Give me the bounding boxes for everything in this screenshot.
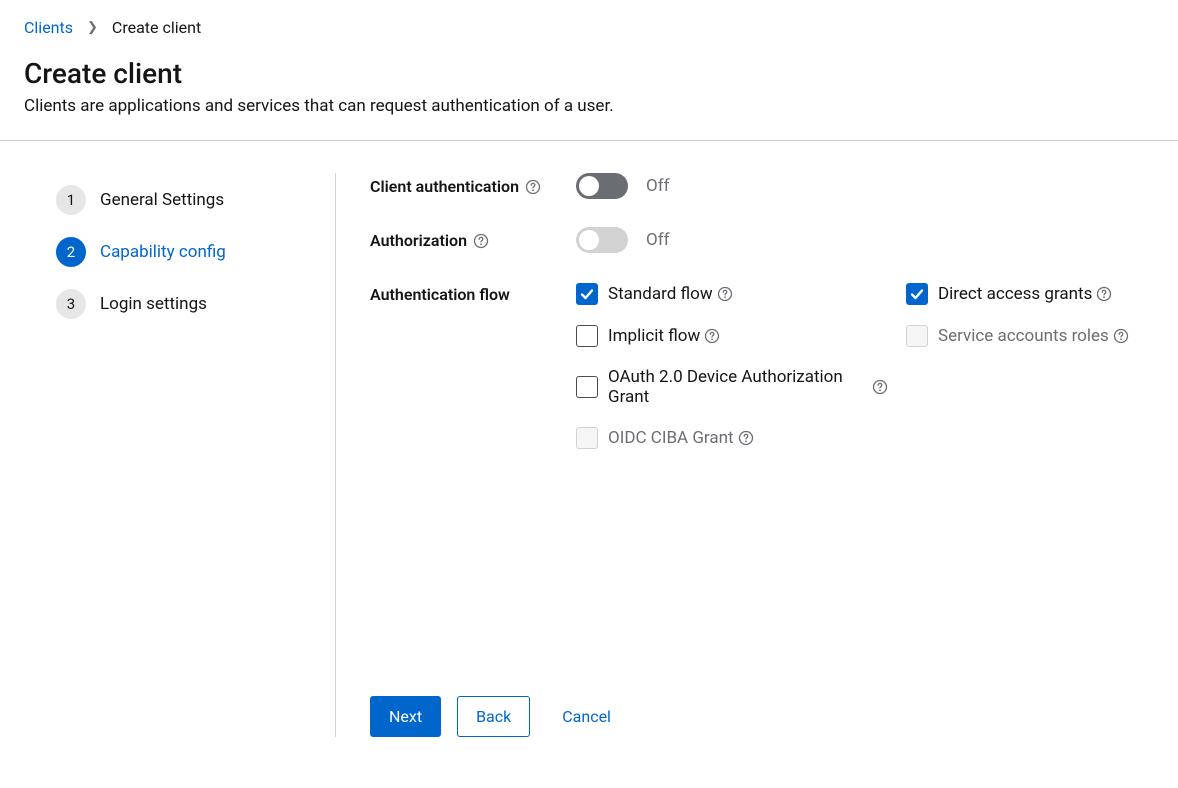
checkbox-implicit-flow[interactable]: Implicit flow [576,325,888,347]
checkbox-label: Direct access grants [938,284,1092,304]
step-number: 1 [56,185,86,215]
label-text: Authorization [370,231,467,250]
checkbox-box [576,325,598,347]
checkbox-service-accounts-roles: Service accounts roles [906,325,1129,347]
checkbox-label: Service accounts roles [938,326,1109,346]
next-button[interactable]: Next [370,696,441,737]
breadcrumb-current: Create client [112,18,201,37]
help-icon[interactable] [717,286,733,302]
help-icon[interactable] [738,430,754,446]
form-area: Client authentication Off Authorization [336,173,1154,737]
help-icon[interactable] [1113,328,1129,344]
checkbox-box [906,325,928,347]
step-label: General Settings [100,190,224,210]
label-text: Client authentication [370,177,519,196]
wizard-nav: 1 General Settings 2 Capability config 3… [24,173,336,737]
toggle-knob [579,176,599,196]
checkbox-box [576,376,598,398]
toggle-knob [579,230,599,250]
help-icon[interactable] [872,379,888,395]
breadcrumb-parent-link[interactable]: Clients [24,18,73,37]
cancel-button[interactable]: Cancel [546,697,627,736]
checkbox-box [906,283,928,305]
row-authorization: Authorization Off [370,227,1154,253]
step-label: Login settings [100,294,207,314]
wizard-step-capability-config[interactable]: 2 Capability config [56,237,335,267]
breadcrumb: Clients ❯ Create client [0,0,1178,47]
page-header: Create client Clients are applications a… [0,47,1178,140]
label-authorization: Authorization [370,227,576,250]
label-text: Authentication flow [370,285,510,304]
checkbox-standard-flow[interactable]: Standard flow [576,283,888,305]
page-description: Clients are applications and services th… [24,96,1154,116]
step-number: 3 [56,289,86,319]
toggle-state-label: Off [646,176,670,196]
help-icon[interactable] [1096,286,1112,302]
step-number: 2 [56,237,86,267]
checkbox-direct-access-grants[interactable]: Direct access grants [906,283,1112,305]
checkbox-box [576,283,598,305]
help-icon[interactable] [525,179,541,195]
checkbox-label: OAuth 2.0 Device Authorization Grant [608,367,868,407]
label-authentication-flow: Authentication flow [370,281,576,304]
step-label: Capability config [100,242,226,262]
toggle-state-label: Off [646,230,670,250]
checkbox-oauth-device-grant[interactable]: OAuth 2.0 Device Authorization Grant [576,367,888,407]
help-icon[interactable] [473,233,489,249]
wizard-step-general-settings[interactable]: 1 General Settings [56,185,335,215]
checkbox-oidc-ciba-grant: OIDC CIBA Grant [576,427,888,449]
chevron-right-icon: ❯ [87,20,98,35]
page-title: Create client [24,57,1154,90]
form-footer: Next Back Cancel [370,672,1154,737]
back-button[interactable]: Back [457,696,530,737]
toggle-authorization [576,227,628,253]
row-authentication-flow: Authentication flow Standard flow [370,281,1154,449]
toggle-client-authentication[interactable] [576,173,628,199]
help-icon[interactable] [704,328,720,344]
row-client-authentication: Client authentication Off [370,173,1154,199]
checkbox-box [576,427,598,449]
wizard-step-login-settings[interactable]: 3 Login settings [56,289,335,319]
checkbox-label: Implicit flow [608,326,700,346]
checkbox-label: OIDC CIBA Grant [608,428,734,448]
label-client-authentication: Client authentication [370,173,576,196]
checkbox-label: Standard flow [608,284,713,304]
